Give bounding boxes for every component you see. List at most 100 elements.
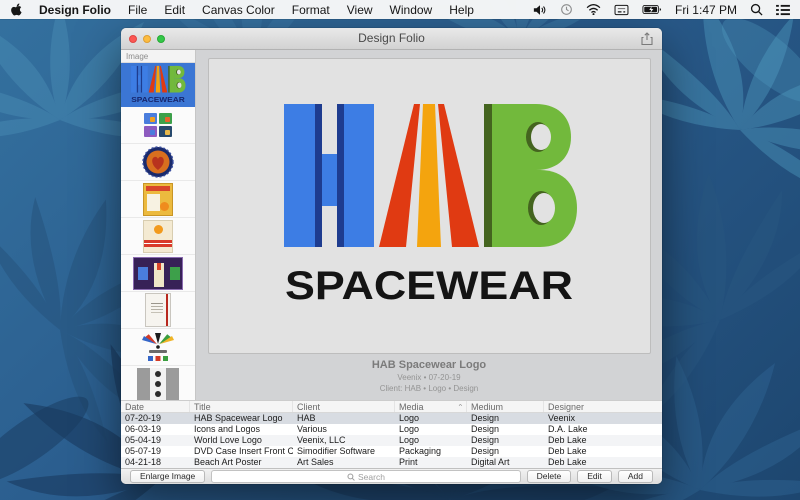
image-well[interactable]: SPACEWEAR — [207, 58, 651, 354]
column-header-designer[interactable]: Designer — [544, 401, 662, 412]
cell-media: Logo — [399, 435, 420, 445]
cell-date: 06-03-19 — [125, 424, 162, 434]
zoom-button[interactable] — [157, 35, 165, 43]
menu-window[interactable]: Window — [390, 3, 433, 17]
thumbnail-purple-poster[interactable] — [121, 255, 195, 292]
cell-designer: D.A. Lake — [548, 424, 588, 434]
cell-date: 04-21-18 — [125, 457, 162, 467]
share-icon[interactable] — [640, 32, 654, 46]
cell-medium: Design — [471, 413, 500, 423]
cell-media: Logo — [399, 424, 420, 434]
design-folio-window: Design Folio Image SPACEWEAR SPACEWEAR H… — [121, 28, 662, 484]
spotlight-icon[interactable] — [750, 3, 763, 16]
edit-button[interactable]: Edit — [577, 470, 612, 483]
close-button[interactable] — [129, 35, 137, 43]
cell-date: 05-04-19 — [125, 435, 162, 445]
time-machine-icon[interactable] — [560, 3, 573, 16]
column-header-title[interactable]: Title — [190, 401, 293, 412]
volume-icon[interactable] — [533, 4, 547, 16]
apple-menu-icon[interactable] — [10, 3, 22, 17]
image-byline: Veenix • 07-20-19 — [397, 373, 461, 382]
svg-text:SPACEWEAR: SPACEWEAR — [131, 95, 185, 104]
cell-medium: Design — [471, 424, 500, 434]
table-header: Date Title Client Media ^ Medium Designer — [121, 400, 662, 413]
table-row[interactable]: 05-04-19 World Love Logo Veenix, LLC Log… — [121, 435, 662, 446]
image-title: HAB Spacewear Logo — [371, 359, 487, 371]
cell-designer: Deb Lake — [548, 435, 587, 445]
table-row[interactable]: 07-20-19 HAB Spacewear Logo HAB Logo Des… — [121, 413, 662, 424]
hab-spacewear-logo-image: SPACEWEAR — [279, 99, 579, 308]
column-header-media[interactable]: Media ^ — [395, 401, 467, 412]
cell-title: DVD Case Insert Front Cover — [194, 446, 293, 456]
cell-designer: Veenix — [548, 413, 576, 423]
cell-designer: Deb Lake — [548, 457, 587, 467]
menu-bar: Design Folio File Edit Canvas Color Form… — [0, 0, 800, 19]
cell-designer: Deb Lake — [548, 446, 587, 456]
table-row[interactable]: 04-21-18 Beach Art Poster Art Sales Prin… — [121, 457, 662, 468]
cell-date: 05-07-19 — [125, 446, 162, 456]
column-header-client[interactable]: Client — [293, 401, 395, 412]
dvd-cover-art — [143, 182, 173, 216]
hab-logo-mini: SPACEWEAR — [130, 65, 186, 104]
menu-app-name[interactable]: Design Folio — [39, 3, 111, 17]
search-input[interactable]: Search — [211, 470, 521, 483]
portfolio-table: Date Title Client Media ^ Medium Designer… — [121, 400, 662, 468]
icons-collage — [144, 113, 172, 137]
thumbnail-icons-and-logos[interactable] — [121, 107, 195, 144]
thumbnail-beach-art[interactable] — [121, 218, 195, 255]
thumbnail-gray-figures[interactable] — [121, 366, 195, 400]
thumbnail-dvd-cover[interactable] — [121, 181, 195, 218]
enlarge-image-button[interactable]: Enlarge Image — [130, 470, 206, 483]
add-button[interactable]: Add — [617, 470, 653, 483]
search-placeholder: Search — [358, 471, 385, 482]
delete-button[interactable]: Delete — [526, 470, 572, 483]
menu-edit[interactable]: Edit — [164, 3, 185, 17]
menu-help[interactable]: Help — [449, 3, 474, 17]
table-row[interactable]: 06-03-19 Icons and Logos Various Logo De… — [121, 424, 662, 435]
image-caption: HAB Spacewear Logo Veenix • 07-20-19 Cli… — [372, 358, 486, 394]
cell-client: HAB — [297, 413, 316, 423]
cell-client: Various — [297, 424, 327, 434]
cell-client: Simodifier Software — [297, 446, 376, 456]
cell-medium: Design — [471, 435, 500, 445]
cell-client: Veenix, LLC — [297, 435, 346, 445]
svg-text:SPACEWEAR: SPACEWEAR — [285, 264, 573, 308]
cell-client: Art Sales — [297, 457, 334, 467]
menu-file[interactable]: File — [128, 3, 147, 17]
thumbnail-starburst-logo[interactable] — [121, 329, 195, 366]
image-sidebar: Image SPACEWEAR — [121, 50, 196, 400]
cell-title: Icons and Logos — [194, 424, 261, 434]
menu-view[interactable]: View — [347, 3, 373, 17]
image-detail-pane: SPACEWEAR HAB Spacewear Logo Veenix • 07… — [196, 50, 662, 400]
wifi-icon[interactable] — [586, 4, 601, 15]
purple-poster-art — [133, 256, 183, 290]
column-header-date[interactable]: Date — [121, 401, 190, 412]
menu-canvas-color[interactable]: Canvas Color — [202, 3, 275, 17]
minimize-button[interactable] — [143, 35, 151, 43]
cell-media: Print — [399, 457, 418, 467]
figures-art — [137, 367, 179, 400]
display-icon[interactable] — [614, 4, 629, 16]
menu-clock[interactable]: Fri 1:47 PM — [675, 3, 737, 17]
book-art — [145, 293, 171, 327]
cell-medium: Design — [471, 446, 500, 456]
cell-title: HAB Spacewear Logo — [194, 413, 283, 423]
title-bar[interactable]: Design Folio — [121, 28, 662, 50]
notification-center-icon[interactable] — [776, 4, 790, 16]
thumbnail-hab-spacewear-logo[interactable]: SPACEWEAR — [121, 63, 195, 107]
beach-art — [143, 219, 173, 253]
thumbnail-book-insert[interactable] — [121, 292, 195, 329]
cell-title: World Love Logo — [194, 435, 262, 445]
column-header-medium[interactable]: Medium — [467, 401, 544, 412]
menu-format[interactable]: Format — [292, 3, 330, 17]
cell-media: Packaging — [399, 446, 442, 456]
window-footer: Enlarge Image Search Delete Edit Add — [121, 468, 662, 484]
sidebar-header: Image — [121, 50, 195, 63]
cell-title: Beach Art Poster — [194, 457, 262, 467]
mandala-art — [142, 146, 174, 178]
thumbnail-world-love-logo[interactable] — [121, 144, 195, 181]
battery-icon[interactable] — [642, 4, 662, 15]
cell-media: Logo — [399, 413, 420, 423]
table-row[interactable]: 05-07-19 DVD Case Insert Front Cover Sim… — [121, 446, 662, 457]
image-meta: Client: HAB • Logo • Design — [379, 384, 479, 393]
